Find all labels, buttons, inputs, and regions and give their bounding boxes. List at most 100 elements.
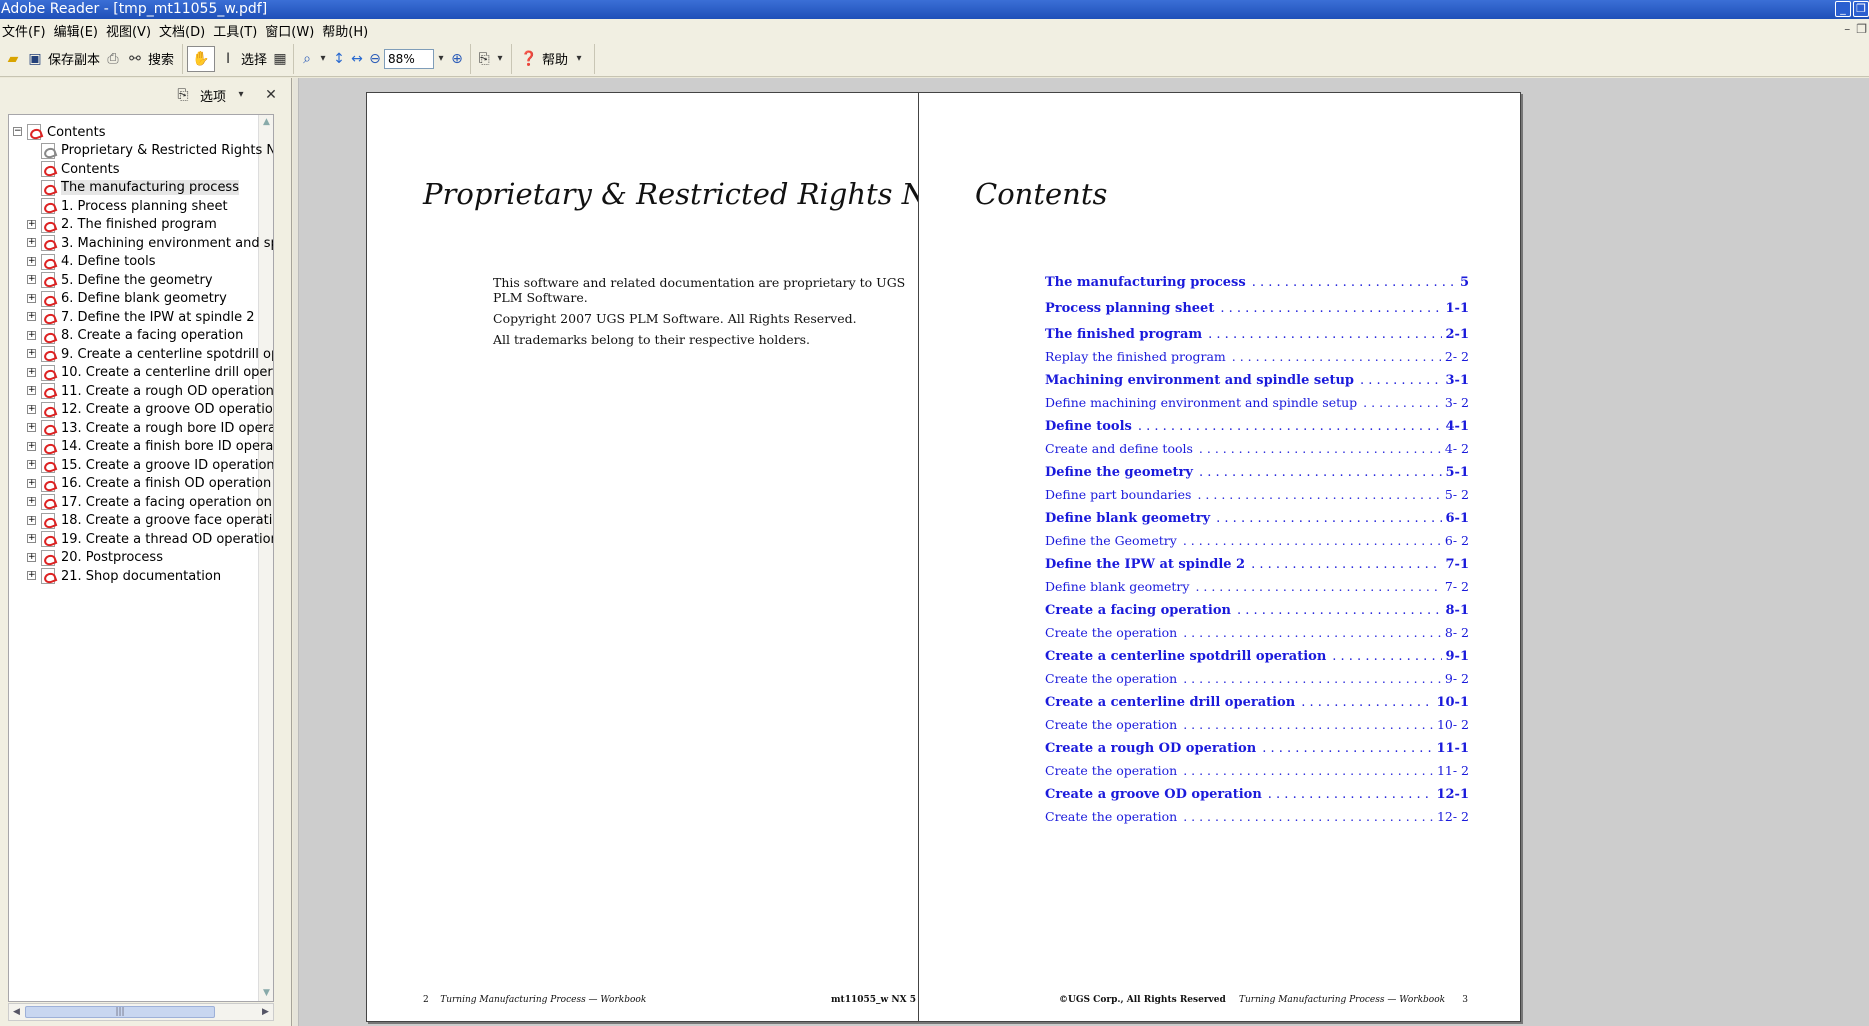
options-dropdown-icon[interactable]: ▾ [234,86,248,104]
restore-button[interactable]: ❐ [1853,1,1869,17]
scroll-up-icon[interactable]: ▲ [259,115,273,130]
zoom-level-dropdown-icon[interactable]: ▾ [434,50,448,68]
expand-icon[interactable]: + [27,423,36,432]
expand-icon[interactable]: + [27,404,36,414]
menu-view[interactable]: 视图(V) [104,21,157,40]
toc-leader-dots [1195,579,1440,594]
footer-book-title: Turning Manufacturing Process — Workbook [1239,995,1446,1005]
document-view[interactable]: Proprietary & Restricted Rights Notice T… [293,78,1869,1026]
toc-entry[interactable]: Create a facing operation 8-1 [1045,599,1469,625]
expand-icon[interactable]: + [27,552,36,562]
toc-entry[interactable]: Create the operation 8- 2 [1045,625,1469,645]
menu-window[interactable]: 窗口(W) [263,21,320,40]
save-copy-button[interactable]: ▣ 保存副本 [22,46,104,72]
expand-icon[interactable]: + [27,293,36,303]
rotate-dropdown-icon[interactable]: ▾ [493,50,507,68]
menu-document[interactable]: 文档(D) [157,21,211,40]
scroll-right-icon[interactable]: ▶ [258,1004,273,1020]
open-folder-icon[interactable]: ▰ [4,50,22,68]
expand-icon[interactable]: + [27,330,36,340]
toc-entry[interactable]: Replay the finished program 2- 2 [1045,349,1469,369]
hand-tool-button[interactable]: ✋ [187,45,216,72]
bookmark-item[interactable]: +21. Shop documentation [27,565,221,587]
search-button[interactable]: ⚯ 搜索 [122,46,178,72]
zoom-in-icon[interactable]: ⊕ [448,50,466,68]
toc-entry[interactable]: Create a centerline drill operation 10-1 [1045,691,1469,717]
collapse-icon[interactable]: − [13,127,22,136]
toc-entry[interactable]: Create the operation 12- 2 [1045,809,1469,829]
expand-icon[interactable]: + [27,515,36,525]
expand-icon[interactable]: + [27,349,36,358]
toc-entry[interactable]: Define the geometry 5-1 [1045,461,1469,487]
expand-icon[interactable]: + [27,571,36,580]
expand-icon[interactable]: + [27,441,36,451]
bookmark-page-icon [41,161,55,177]
select-tool-button[interactable]: I 选择 [215,46,271,72]
toc-entry[interactable]: Create a centerline spotdrill operation 9… [1045,645,1469,671]
toc-entry[interactable]: Create a groove OD operation 12-1 [1045,783,1469,809]
expand-icon[interactable]: + [27,256,36,266]
doc-restore-icon[interactable]: ❐ [1856,22,1867,36]
notice-para-1: This software and related documentation … [493,275,906,305]
toc-entry[interactable]: Create and define tools 4- 2 [1045,441,1469,461]
file-tools: ▰ ▣ 保存副本 ⎙ ⚯ 搜索 [0,43,184,74]
expand-icon[interactable]: + [27,534,36,543]
zoom-level-input[interactable] [384,48,435,69]
toc-entry-page: 7- 2 [1444,579,1469,594]
snapshot-camera-icon[interactable]: ▦ [271,50,289,68]
toc-entry[interactable]: Define the IPW at spindle 2 7-1 [1045,553,1469,579]
rotate-page-icon[interactable]: ⎘ [475,50,493,68]
toc-entry[interactable]: Define the Geometry 6- 2 [1045,533,1469,553]
expand-icon[interactable]: + [27,497,36,506]
print-icon[interactable]: ⎙ [104,50,122,68]
bookmark-options-icon[interactable]: ⎘ [174,86,192,104]
expand-icon[interactable]: + [27,238,36,247]
toc-entry[interactable]: Define part boundaries 5- 2 [1045,487,1469,507]
fit-page-icon[interactable]: ↕ [330,50,348,68]
toc-entry[interactable]: Create the operation 10- 2 [1045,717,1469,737]
toc-entry[interactable]: Create a rough OD operation 11-1 [1045,737,1469,763]
toc-entry[interactable]: Process planning sheet 1-1 [1045,297,1469,323]
menu-edit[interactable]: 编辑(E) [52,21,104,40]
horizontal-scroll-thumb[interactable]: ||| [25,1006,215,1018]
expand-icon[interactable]: + [27,275,36,284]
toc-entry[interactable]: The manufacturing process 5 [1045,271,1469,297]
toc-entry[interactable]: Machining environment and spindle setup 3… [1045,369,1469,395]
scroll-down-icon[interactable]: ▼ [259,986,273,1001]
panel-splitter[interactable] [293,78,299,1026]
help-button[interactable]: ❓ 帮助 ▾ [516,46,590,72]
bookmark-page-icon [41,475,55,492]
menu-file[interactable]: 文件(F) [0,21,52,40]
close-panel-icon[interactable]: ✕ [262,86,280,104]
expand-icon[interactable]: + [27,312,36,321]
help-dropdown-icon: ▾ [576,52,582,64]
zoom-out-icon[interactable]: ⊖ [366,50,384,68]
menu-tools[interactable]: 工具(T) [211,21,263,40]
toc-entry[interactable]: Define tools 4-1 [1045,415,1469,441]
expand-icon[interactable]: + [27,460,36,469]
toc-entry[interactable]: Define machining environment and spindle… [1045,395,1469,415]
menu-help[interactable]: 帮助(H) [320,21,374,40]
zoom-tool-dropdown-icon[interactable]: ▾ [316,50,330,68]
page-2: Proprietary & Restricted Rights Notice T… [366,92,969,1022]
expand-icon[interactable]: + [27,367,36,377]
toc-leader-dots [1301,695,1432,710]
minimize-button[interactable]: _ [1835,1,1851,17]
fit-width-icon[interactable]: ↔ [348,50,366,68]
toc-entry[interactable]: The finished program 2-1 [1045,323,1469,349]
toc-entry-title: Create a centerline spotdrill operation [1045,649,1327,664]
toc-entry[interactable]: Create the operation 11- 2 [1045,763,1469,783]
expand-icon[interactable]: + [27,478,36,488]
toc-entry[interactable]: Define blank geometry 6-1 [1045,507,1469,533]
zoom-in-magnifier-icon[interactable]: ⌕ [298,50,316,68]
tree-horizontal-scrollbar[interactable]: ◀ ||| ▶ [8,1003,274,1021]
bookmark-page-icon [41,179,55,196]
expand-icon[interactable]: + [27,386,36,395]
scroll-left-icon[interactable]: ◀ [9,1004,24,1020]
toc-entry[interactable]: Create the operation 9- 2 [1045,671,1469,691]
options-menu[interactable]: 选项 [200,86,226,105]
expand-icon[interactable]: + [27,219,36,229]
doc-minimize-icon[interactable]: – [1844,22,1850,36]
toc-entry-page: 10-1 [1436,695,1469,710]
toc-entry[interactable]: Define blank geometry 7- 2 [1045,579,1469,599]
